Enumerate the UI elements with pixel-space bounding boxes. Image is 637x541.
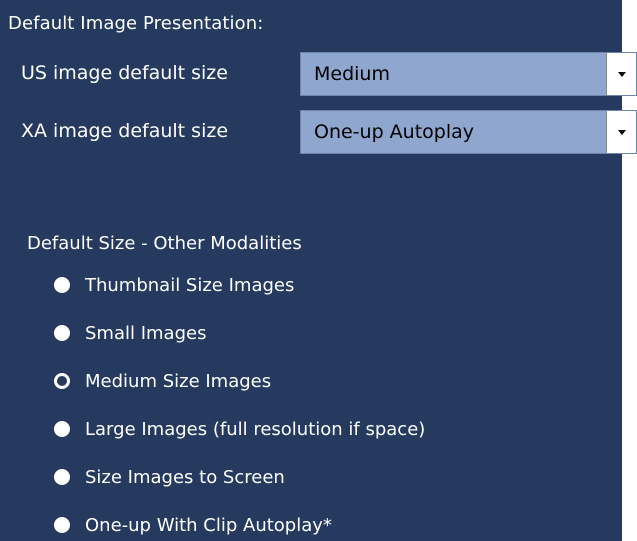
radio-button-icon[interactable] bbox=[54, 277, 70, 293]
radio-option-large[interactable]: Large Images (full resolution if space) bbox=[54, 416, 425, 442]
radio-option-thumbnail[interactable]: Thumbnail Size Images bbox=[54, 272, 294, 298]
radio-option-label: Small Images bbox=[85, 322, 207, 344]
xa-size-label: XA image default size bbox=[21, 120, 229, 142]
xa-size-dropdown-button[interactable] bbox=[606, 111, 636, 153]
image-presentation-panel: Default Image Presentation: US image def… bbox=[0, 0, 637, 541]
radio-option-label: One-up With Clip Autoplay* bbox=[85, 514, 332, 536]
xa-size-value: One-up Autoplay bbox=[314, 121, 475, 143]
us-size-label: US image default size bbox=[21, 62, 228, 84]
radio-option-screen[interactable]: Size Images to Screen bbox=[54, 464, 285, 490]
radio-option-medium[interactable]: Medium Size Images bbox=[54, 368, 271, 394]
us-size-select[interactable]: Medium bbox=[300, 52, 637, 96]
section-title: Default Image Presentation: bbox=[8, 13, 264, 34]
other-modalities-title: Default Size - Other Modalities bbox=[27, 233, 302, 254]
radio-option-label: Thumbnail Size Images bbox=[85, 274, 295, 296]
radio-button-icon[interactable] bbox=[54, 517, 70, 533]
xa-size-select[interactable]: One-up Autoplay bbox=[300, 110, 637, 154]
radio-option-label: Large Images (full resolution if space) bbox=[85, 418, 426, 440]
radio-option-one-up[interactable]: One-up With Clip Autoplay* bbox=[54, 512, 332, 538]
chevron-down-icon bbox=[618, 130, 626, 135]
radio-option-small[interactable]: Small Images bbox=[54, 320, 206, 346]
radio-option-label: Size Images to Screen bbox=[85, 466, 285, 488]
radio-option-label: Medium Size Images bbox=[85, 370, 272, 392]
chevron-down-icon bbox=[618, 72, 626, 77]
radio-button-icon[interactable] bbox=[54, 421, 70, 437]
radio-button-selected-icon[interactable] bbox=[54, 373, 70, 389]
us-size-value: Medium bbox=[314, 63, 390, 85]
us-size-dropdown-button[interactable] bbox=[606, 53, 636, 95]
radio-button-icon[interactable] bbox=[54, 469, 70, 485]
radio-button-icon[interactable] bbox=[54, 325, 70, 341]
